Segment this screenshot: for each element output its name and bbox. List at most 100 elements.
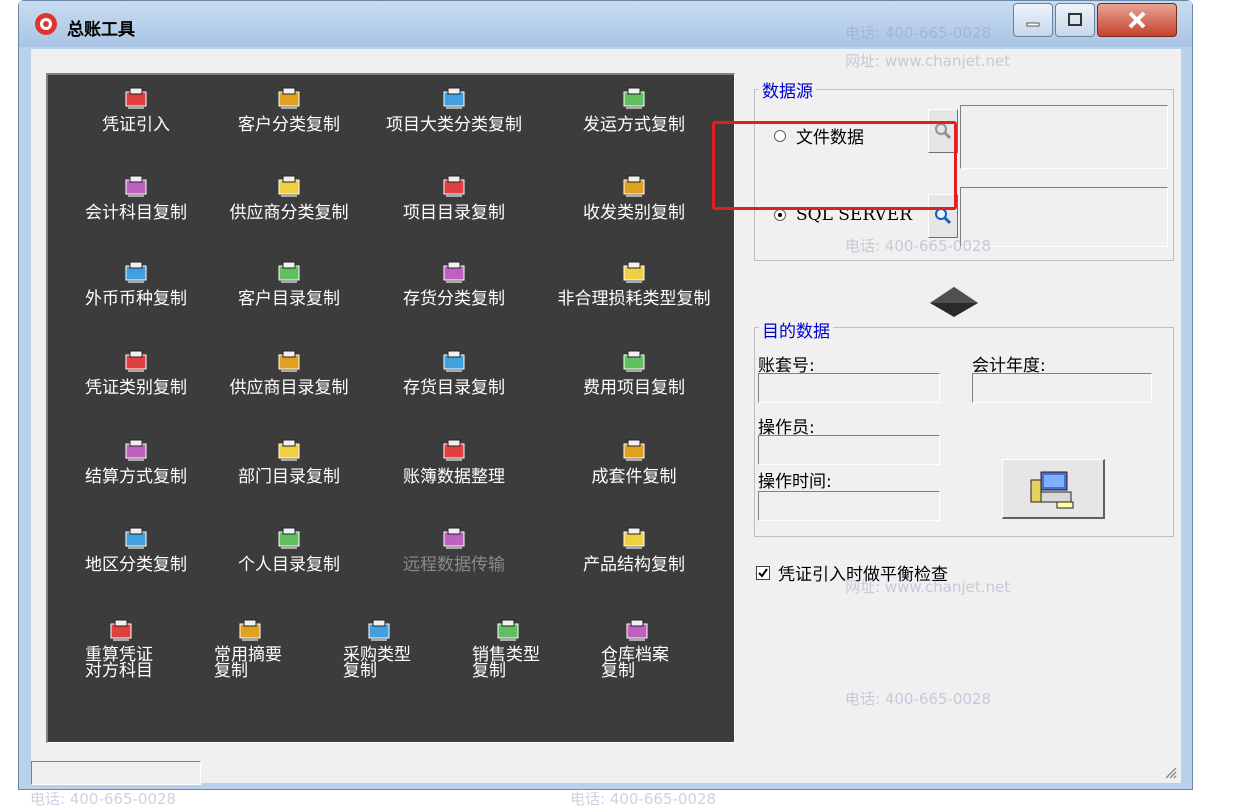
- tool-icon: [443, 439, 465, 461]
- tool-label: 重算凭证对方科目: [85, 645, 153, 681]
- tool-label: 采购类型复制: [343, 645, 411, 681]
- tool-icon: [239, 619, 261, 641]
- balance-check-checkbox[interactable]: [756, 565, 770, 580]
- tool-item[interactable]: 凭证类别复制: [51, 348, 221, 398]
- tool-item[interactable]: 账簿数据整理: [362, 437, 546, 487]
- title-bar[interactable]: 总账工具: [19, 1, 1192, 47]
- tool-label: 外币币种复制: [85, 289, 187, 309]
- tool-icon: [623, 350, 645, 372]
- tool-label: 项目目录复制: [403, 203, 505, 223]
- tool-window: 总账工具 凭证引入 客户分类复制 项目大类分类复制 发运方式复制会计科目复制 供应商分类…: [18, 0, 1193, 790]
- account-field[interactable]: [758, 373, 940, 403]
- tool-icon: [125, 527, 147, 549]
- tool-item[interactable]: 客户目录复制: [204, 259, 374, 309]
- tool-item[interactable]: 地区分类复制: [51, 525, 221, 575]
- tool-panel: 凭证引入 客户分类复制 项目大类分类复制 发运方式复制会计科目复制 供应商分类复制 项目目…: [46, 73, 735, 743]
- year-field[interactable]: [972, 373, 1152, 403]
- tool-icon: [125, 261, 147, 283]
- tool-icon: [623, 175, 645, 197]
- tool-label: 非合理损耗类型复制: [557, 289, 711, 309]
- tool-label: 成套件复制: [591, 467, 677, 487]
- tool-icon: [368, 619, 390, 641]
- tool-label: 费用项目复制: [583, 378, 685, 398]
- tool-item[interactable]: 重算凭证对方科目: [56, 617, 186, 681]
- tool-item[interactable]: 外币币种复制: [51, 259, 221, 309]
- tool-icon: [443, 350, 465, 372]
- tool-item[interactable]: 供应商目录复制: [204, 348, 374, 398]
- target-legend: 目的数据: [759, 317, 833, 342]
- tool-label: 销售类型复制: [472, 645, 540, 681]
- resize-grip-icon[interactable]: [1163, 765, 1177, 779]
- tool-label: 存货目录复制: [403, 378, 505, 398]
- minimize-button[interactable]: [1013, 3, 1053, 37]
- tool-icon: [623, 261, 645, 283]
- file-path-field[interactable]: [960, 105, 1168, 169]
- tool-icon: [125, 439, 147, 461]
- time-label: 操作时间:: [758, 472, 832, 492]
- tool-label: 项目大类分类复制: [386, 115, 522, 135]
- tool-item[interactable]: 供应商分类复制: [204, 173, 374, 223]
- tool-label: 结算方式复制: [85, 467, 187, 487]
- operator-field[interactable]: [758, 435, 940, 465]
- minimize-icon: [1026, 22, 1040, 27]
- tool-label: 收发类别复制: [583, 203, 685, 223]
- tool-item[interactable]: 仓库档案复制: [572, 617, 702, 681]
- tool-item[interactable]: 结算方式复制: [51, 437, 221, 487]
- close-button[interactable]: [1097, 3, 1177, 37]
- tool-item[interactable]: 销售类型复制: [443, 617, 573, 681]
- datasource-legend: 数据源: [759, 77, 816, 102]
- client-area: 凭证引入 客户分类复制 项目大类分类复制 发运方式复制会计科目复制 供应商分类复制 项目目…: [31, 49, 1181, 785]
- tool-label: 个人目录复制: [238, 555, 340, 575]
- tool-icon: [497, 619, 519, 641]
- tool-item[interactable]: 收发类别复制: [534, 173, 734, 223]
- tool-item[interactable]: 项目目录复制: [362, 173, 546, 223]
- time-field[interactable]: [758, 491, 940, 521]
- tool-item[interactable]: 客户分类复制: [204, 85, 374, 135]
- radio-sql-circle[interactable]: [774, 209, 786, 221]
- computer-icon: [1030, 471, 1074, 508]
- tool-icon: [443, 527, 465, 549]
- app-logo-icon: [35, 13, 57, 35]
- sql-server-field[interactable]: [960, 187, 1168, 247]
- tool-label: 产品结构复制: [583, 555, 685, 575]
- tool-icon: [626, 619, 648, 641]
- execute-button[interactable]: [1002, 459, 1105, 519]
- down-arrow-icon: [930, 287, 978, 317]
- tool-item[interactable]: 个人目录复制: [204, 525, 374, 575]
- tool-label: 远程数据传输: [403, 555, 505, 575]
- tool-item[interactable]: 存货目录复制: [362, 348, 546, 398]
- tool-label: 存货分类复制: [403, 289, 505, 309]
- tool-icon: [278, 439, 300, 461]
- close-icon: [1128, 11, 1146, 29]
- tool-item[interactable]: 非合理损耗类型复制: [534, 259, 734, 309]
- tool-item[interactable]: 发运方式复制: [534, 85, 734, 135]
- tool-item[interactable]: 成套件复制: [534, 437, 734, 487]
- tool-item[interactable]: 费用项目复制: [534, 348, 734, 398]
- tool-item[interactable]: 常用摘要复制: [185, 617, 315, 681]
- maximize-icon: [1068, 13, 1082, 26]
- tool-icon: [125, 87, 147, 109]
- tool-icon: [278, 527, 300, 549]
- tool-item[interactable]: 部门目录复制: [204, 437, 374, 487]
- tool-label: 凭证类别复制: [85, 378, 187, 398]
- tool-icon: [125, 175, 147, 197]
- sql-server-highlight: [712, 121, 957, 210]
- tool-item[interactable]: 远程数据传输: [362, 525, 546, 575]
- tool-item[interactable]: 产品结构复制: [534, 525, 734, 575]
- tool-label: 凭证引入: [102, 115, 170, 135]
- tool-item[interactable]: 采购类型复制: [314, 617, 444, 681]
- tool-label: 客户目录复制: [238, 289, 340, 309]
- tool-label: 发运方式复制: [583, 115, 685, 135]
- tool-item[interactable]: 凭证引入: [51, 85, 221, 135]
- tool-item[interactable]: 项目大类分类复制: [362, 85, 546, 135]
- tool-icon: [278, 261, 300, 283]
- balance-check-option[interactable]: 凭证引入时做平衡检查: [756, 560, 948, 585]
- tool-icon: [278, 87, 300, 109]
- tool-label: 账簿数据整理: [403, 467, 505, 487]
- window-title: 总账工具: [67, 20, 135, 40]
- tool-item[interactable]: 存货分类复制: [362, 259, 546, 309]
- maximize-button[interactable]: [1055, 3, 1095, 37]
- tool-item[interactable]: 会计科目复制: [51, 173, 221, 223]
- balance-check-label: 凭证引入时做平衡检查: [778, 565, 948, 585]
- tool-icon: [278, 175, 300, 197]
